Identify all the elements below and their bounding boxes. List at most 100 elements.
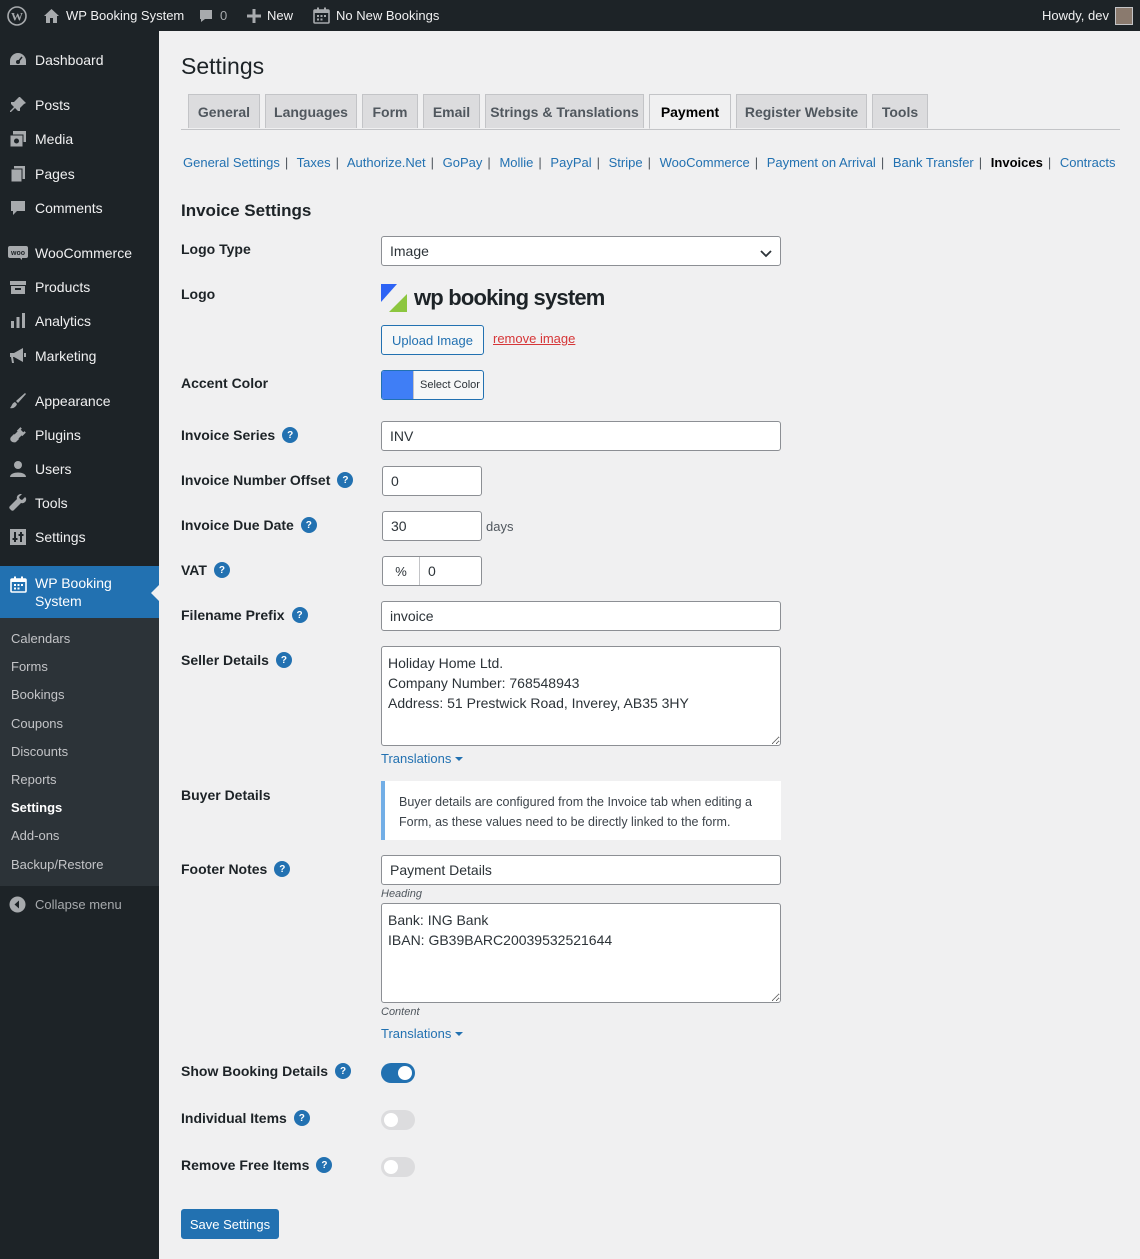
new-content-link[interactable]: New [247,0,293,31]
show-booking-details-toggle[interactable] [381,1063,415,1083]
sidebar-item-tools[interactable]: Tools [0,486,159,520]
subnav-authorize-net[interactable]: Authorize.Net [347,155,426,170]
logo-label: Logo [181,286,215,302]
submenu-item-backup-restore[interactable]: Backup/Restore [11,857,104,872]
comment-bubble-icon [198,8,214,24]
help-icon[interactable]: ? [337,472,354,488]
filename-prefix-label-text: Filename Prefix [181,607,285,623]
individual-items-toggle[interactable] [381,1110,415,1130]
translations-label: Translations [381,751,452,766]
sidebar-item-wp-booking-system[interactable]: WP Booking System [0,566,159,618]
footer-content-textarea[interactable]: Bank: ING Bank IBAN: GB39BARC20039532521… [381,903,781,1003]
media-icon [8,129,28,149]
filename-prefix-input[interactable]: invoice [381,601,781,631]
sidebar-item-products[interactable]: Products [0,270,159,304]
page-title: Settings [181,53,265,79]
accent-color-swatch [382,371,413,399]
tab-general[interactable]: General [188,94,260,128]
help-icon[interactable]: ? [274,861,291,877]
subnav-woocommerce[interactable]: WooCommerce [660,155,750,170]
subnav-taxes[interactable]: Taxes [297,155,331,170]
site-name-link[interactable]: WP Booking System [43,0,184,31]
subnav-gopay[interactable]: GoPay [443,155,483,170]
tab-form[interactable]: Form [362,94,418,128]
sidebar-item-media[interactable]: Media [0,122,159,156]
vat-percent-prefix: % [383,557,420,585]
help-icon[interactable]: ? [335,1063,352,1079]
seller-translations-toggle[interactable]: Translations [381,751,464,766]
invoice-series-input[interactable]: INV [381,421,781,451]
sidebar-item-woocommerce[interactable]: woo WooCommerce [0,236,159,270]
select-color-label: Select Color [413,371,480,399]
submenu-item-coupons[interactable]: Coupons [11,716,63,731]
remove-image-link[interactable]: remove image [493,331,575,346]
sidebar-item-appearance[interactable]: Appearance [0,384,159,418]
sidebar-item-settings[interactable]: Settings [0,520,159,554]
subnav-general-settings[interactable]: General Settings [183,155,280,170]
tab-tools[interactable]: Tools [872,94,928,128]
select-color-button[interactable]: Select Color [381,370,484,400]
subnav-stripe[interactable]: Stripe [609,155,643,170]
help-icon[interactable]: ? [291,607,308,623]
submenu-item-calendars[interactable]: Calendars [11,631,70,646]
submenu-item-add-ons[interactable]: Add-ons [11,828,59,843]
subnav-invoices[interactable]: Invoices [991,155,1043,170]
comments-link[interactable]: 0 [198,0,227,31]
accent-color-label-text: Accent Color [181,375,269,391]
tab-payment[interactable]: Payment [649,94,731,129]
collapse-menu-button[interactable]: Collapse menu [0,892,122,916]
tab-languages[interactable]: Languages [265,94,357,128]
new-label: New [267,8,294,23]
sidebar-item-label: Plugins [35,427,81,443]
settings-icon [8,527,28,547]
individual-items-label: Individual Items? [181,1110,310,1126]
submenu-item-reports[interactable]: Reports [11,772,57,787]
sidebar-item-analytics[interactable]: Analytics [0,304,159,338]
tab-register-website[interactable]: Register Website [736,94,867,128]
seller-details-textarea[interactable]: Holiday Home Ltd. Company Number: 768548… [381,646,781,746]
subnav-separator: | [978,155,983,170]
submenu-item-forms[interactable]: Forms [11,659,48,674]
account-menu[interactable]: Howdy, dev [1042,0,1133,31]
subnav-payment-on-arrival[interactable]: Payment on Arrival [767,155,876,170]
help-icon[interactable]: ? [293,1110,310,1126]
subnav-bank-transfer[interactable]: Bank Transfer [893,155,974,170]
help-icon[interactable]: ? [316,1157,333,1173]
site-name: WP Booking System [66,8,185,23]
footer-translations-toggle[interactable]: Translations [381,1026,464,1041]
help-icon[interactable]: ? [275,652,292,668]
number-offset-label-text: Invoice Number Offset [181,472,331,488]
plus-icon [247,8,261,23]
submenu-item-discounts[interactable]: Discounts [11,744,68,759]
number-offset-input[interactable]: 0 [382,466,482,496]
tab-email[interactable]: Email [423,94,480,128]
logo-type-select[interactable]: Image [381,236,781,266]
sidebar-item-plugins[interactable]: Plugins [0,418,159,452]
subnav-separator: | [880,155,885,170]
subnav-mollie[interactable]: Mollie [499,155,533,170]
save-settings-button[interactable]: Save Settings [181,1209,279,1239]
remove-free-items-toggle[interactable] [381,1157,415,1177]
due-date-input[interactable]: 30 [382,511,482,541]
subnav-paypal[interactable]: PayPal [550,155,591,170]
help-icon[interactable]: ? [300,517,317,533]
submenu-item-settings[interactable]: Settings [11,800,62,815]
sidebar-item-comments[interactable]: Comments [0,191,159,225]
upload-image-button[interactable]: Upload Image [381,325,484,355]
help-icon[interactable]: ? [282,427,299,443]
sidebar-item-marketing[interactable]: Marketing [0,339,159,373]
sidebar-item-pages[interactable]: Pages [0,157,159,191]
sidebar-item-posts[interactable]: Posts [0,88,159,122]
comments-count: 0 [220,8,228,23]
footer-heading-input[interactable]: Payment Details [381,855,781,885]
subnav-contracts[interactable]: Contracts [1060,155,1116,170]
wordpress-logo-icon[interactable]: W [7,0,27,31]
vat-input[interactable]: % 0 [382,556,482,586]
submenu-item-bookings[interactable]: Bookings [11,687,64,702]
bookings-link[interactable]: No New Bookings [313,0,439,31]
help-icon[interactable]: ? [213,562,230,578]
sidebar-item-dashboard[interactable]: Dashboard [0,43,159,77]
tab-strings-translations[interactable]: Strings & Translations [485,94,644,128]
sidebar-item-users[interactable]: Users [0,452,159,486]
sidebar-submenu: Calendars Forms Bookings Coupons Discoun… [0,618,159,886]
